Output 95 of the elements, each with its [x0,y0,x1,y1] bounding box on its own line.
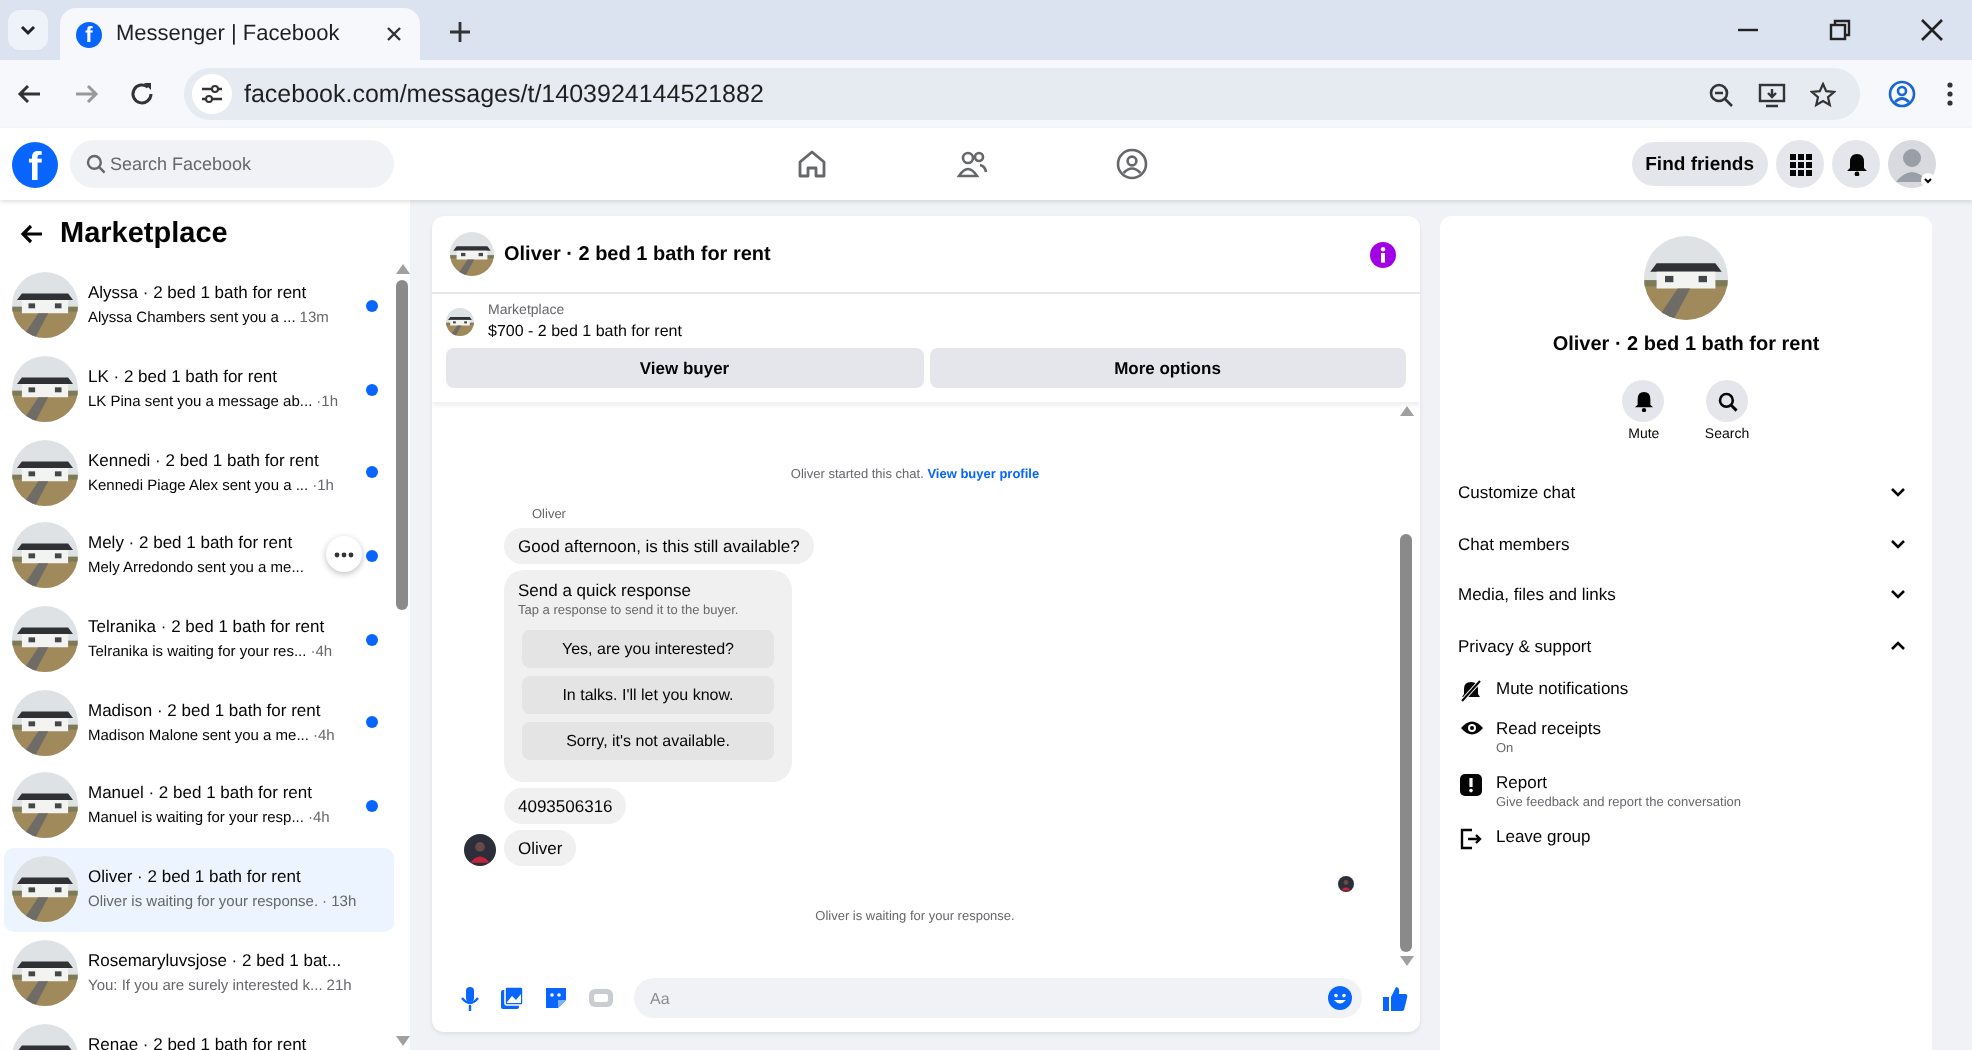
scroll-down-icon[interactable] [395,1036,409,1046]
message-input[interactable]: Aa [634,978,1362,1018]
tab-title: Messenger | Facebook [116,22,342,46]
quick-reply-button[interactable]: Sorry, it's not available. [522,722,774,760]
more-icon [334,551,354,558]
message-bubble: Oliver [504,830,577,866]
unread-dot [366,466,378,479]
unread-dot [366,716,378,729]
action-button[interactable] [1622,380,1665,422]
profile-icon[interactable] [1888,80,1916,108]
more-icon[interactable] [1944,80,1956,108]
quick-reply-button[interactable]: In talks. I'll let you know. [522,676,774,714]
friends-icon[interactable] [956,148,988,180]
notifications-button[interactable] [1832,140,1880,188]
section-header[interactable]: Chat members [1456,517,1916,569]
action-button[interactable]: More options [929,348,1406,388]
bell-off-icon [1460,679,1482,702]
find-friends-button[interactable]: Find friends [1631,142,1768,186]
back-icon[interactable] [20,222,44,246]
emoji-icon[interactable] [1328,986,1352,1010]
section-header[interactable]: Privacy & support [1456,620,1916,672]
quick-reply-button[interactable]: Yes, are you interested? [522,630,774,668]
conversation-title: Rosemaryluvsjose · 2 bed 1 bat... [88,949,344,970]
zoom-icon[interactable] [1708,81,1734,107]
facebook-logo-icon: f [76,21,102,47]
search-icon [1717,391,1737,411]
search-icon [86,154,106,174]
conversation-title: Kennedi · 2 bed 1 bath for rent [88,449,321,470]
photo-icon[interactable] [500,986,524,1010]
action-button[interactable] [1706,380,1748,422]
unread-dot [366,383,378,396]
conversation-title: Telranika · 2 bed 1 bath for rent [88,616,327,637]
url-text: facebook.com/messages/t/1403924144521882 [244,80,764,108]
menu-item[interactable]: Leave group [1456,819,1916,860]
message-bubble: Good afternoon, is this still available? [504,528,814,564]
close-icon[interactable] [384,24,404,44]
home-icon[interactable] [796,148,828,180]
message-bubble: 4093506316 [504,788,627,824]
bell-icon [1633,390,1654,412]
avatar [1338,876,1354,892]
chevron-down-icon [18,20,38,40]
unread-dot [366,799,378,812]
back-icon[interactable] [16,80,44,108]
section-header[interactable]: Customize chat [1456,466,1916,518]
bell-icon [1845,152,1867,176]
action-button[interactable]: View buyer [446,348,923,388]
search-field[interactable]: Search Facebook [70,140,394,188]
sticker-icon[interactable] [544,986,568,1010]
info-icon[interactable] [1370,241,1396,267]
eye-icon [1459,719,1483,736]
menu-item[interactable]: Mute notifications [1456,671,1916,712]
chat-title: Oliver · 2 bed 1 bath for rent [504,243,771,265]
facebook-logo[interactable]: f [12,141,58,187]
conversation-title: LK · 2 bed 1 bath for rent [88,366,280,387]
conversation-title: Madison · 2 bed 1 bath for rent [88,699,323,720]
restore-icon[interactable] [1828,18,1852,42]
unread-dot [366,299,378,312]
scroll-up-icon[interactable] [395,264,409,274]
leave-icon [1460,827,1482,850]
close-icon[interactable] [1920,18,1944,42]
address-bar[interactable]: facebook.com/messages/t/1403924144521882 [184,68,1860,120]
avatar [464,834,496,866]
person-icon [1888,140,1936,188]
groups-icon[interactable] [1116,148,1148,180]
scroll-up-icon[interactable] [1399,406,1413,416]
section-header[interactable]: Media, files and links [1456,568,1916,621]
unread-dot [366,633,378,646]
listing-title: $700 - 2 bed 1 bath for rent [488,322,682,340]
new-tab-icon[interactable] [448,20,472,44]
scrollbar[interactable] [394,260,410,1050]
conversation-title: Oliver · 2 bed 1 bath for rent [1552,334,1820,356]
conversation-title: Renae · 2 bed 1 bath for rent [88,1033,309,1050]
conversation-title: Mely · 2 bed 1 bath for rent [88,532,295,553]
browser-tab[interactable]: f Messenger | Facebook [60,8,420,60]
conversation-title: Alyssa · 2 bed 1 bath for rent [88,282,309,303]
star-icon[interactable] [1810,81,1836,107]
microphone-icon[interactable] [460,985,480,1011]
reload-icon[interactable] [128,80,156,108]
scroll-down-icon[interactable] [1399,956,1413,966]
site-settings-button[interactable] [192,74,232,114]
sliders-icon [200,82,224,106]
install-icon[interactable] [1758,81,1786,107]
more-options-button[interactable] [326,536,362,573]
conversation-item[interactable]: Renae · 2 bed 1 bath for rent [4,1014,394,1050]
forward-icon[interactable] [72,80,100,108]
thumbs-up-icon[interactable] [1382,985,1408,1011]
menu-button[interactable] [1776,140,1824,188]
conversation-title: Oliver · 2 bed 1 bath for rent [88,866,303,887]
unread-dot [366,549,378,562]
tab-list-button[interactable] [8,10,48,50]
grid-icon [1789,153,1811,175]
quick-response-title: Send a quick response [518,580,693,600]
alert-icon [1460,773,1482,796]
sidebar-title: Marketplace [60,218,228,250]
conversation-title: Manuel · 2 bed 1 bath for rent [88,782,314,803]
